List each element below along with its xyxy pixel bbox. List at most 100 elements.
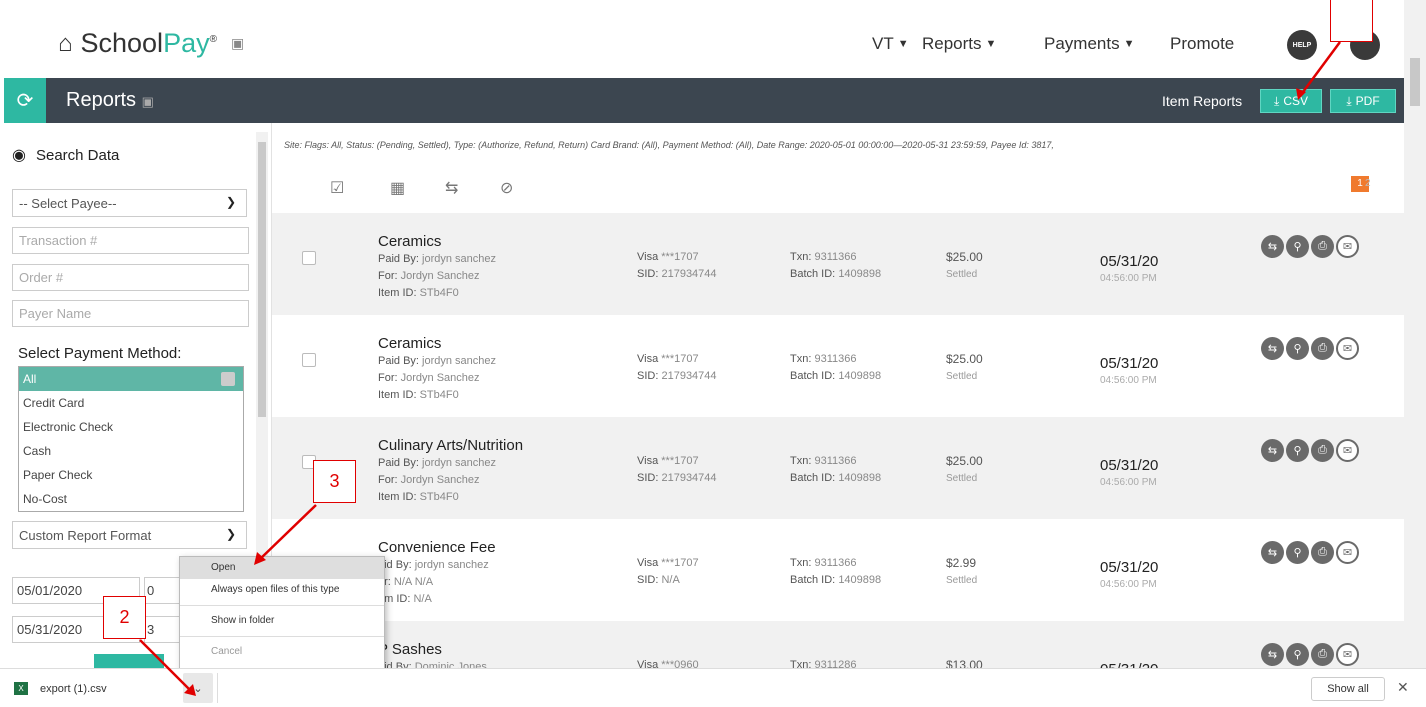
row-txn-info: Txn: 9311366 Batch ID: 1409898	[790, 249, 881, 283]
download-divider	[217, 673, 218, 703]
email-icon[interactable]: ✉	[1336, 541, 1359, 564]
show-all-button[interactable]: Show all	[1311, 677, 1385, 701]
row-time: 04:56:00 PM	[1100, 477, 1157, 488]
help-button[interactable]: HELP	[1287, 30, 1317, 60]
print-icon[interactable]: ⎙	[1311, 439, 1334, 462]
search-icon[interactable]: ⚲	[1286, 541, 1309, 564]
search-icon[interactable]: ⚲	[1286, 439, 1309, 462]
refund-icon[interactable]: ⇆	[1261, 439, 1284, 462]
download-icon: ⤓	[1274, 93, 1280, 108]
grid-view-icon[interactable]: ▦	[390, 178, 405, 198]
print-icon[interactable]: ⎙	[1311, 337, 1334, 360]
row-checkbox[interactable]	[302, 353, 316, 367]
payment-method-list[interactable]: All Credit Card Electronic Check Cash Pa…	[18, 366, 244, 512]
order-input[interactable]: Order #	[12, 264, 249, 291]
row-amount-block: $25.00 Settled	[946, 249, 983, 283]
search-data-heading: ◉ Search Data	[12, 145, 119, 165]
menu-item-cancel[interactable]: Cancel	[180, 641, 384, 663]
nav-menu-payments[interactable]: Payments ▼	[1044, 34, 1134, 54]
nav-menu-vt[interactable]: VT ▼	[872, 34, 909, 54]
payer-name-input[interactable]: Payer Name	[12, 300, 249, 327]
email-icon[interactable]: ✉	[1336, 337, 1359, 360]
payment-method-paper-check[interactable]: Paper Check	[19, 463, 243, 487]
page-2[interactable]: 2	[1365, 176, 1371, 189]
row-actions: ⇆ ⚲ ⎙ ✉	[1261, 235, 1359, 258]
schoolpay-logo[interactable]: ⌂ SchoolPay® ▣	[58, 28, 244, 59]
refresh-icon[interactable]: ⟳	[4, 78, 46, 123]
void-icon[interactable]: ⊘	[500, 178, 513, 198]
menu-item-always-open[interactable]: Always open files of this type	[180, 579, 384, 601]
table-row[interactable]: Ceramics Paid By: jordyn sanchez For: Jord…	[272, 315, 1404, 417]
paid-by-value: jordyn sanchez	[414, 559, 489, 571]
for-value: Jordyn Sanchez	[400, 270, 480, 282]
refund-icon[interactable]: ⇆	[445, 178, 458, 198]
txn-value: 9311366	[814, 353, 857, 365]
close-icon[interactable]: ✕	[1397, 679, 1409, 696]
row-txn-info: Txn: 9311366 Batch ID: 1409898	[790, 555, 881, 589]
email-icon[interactable]: ✉	[1336, 439, 1359, 462]
row-date: 05/31/20	[1100, 355, 1159, 372]
email-icon[interactable]: ✉	[1336, 643, 1359, 666]
select-all-icon[interactable]: ☑	[330, 178, 344, 198]
nav-menu-reports[interactable]: Reports ▼	[922, 34, 996, 54]
search-icon[interactable]: ⚲	[1286, 337, 1309, 360]
table-row[interactable]: P Sashes aid By: Dominic Jones Visa ***09…	[272, 621, 1404, 678]
row-status: Settled	[946, 269, 978, 280]
table-row[interactable]: Ceramics Paid By: jordyn sanchez For: Jord…	[272, 213, 1404, 315]
email-icon[interactable]: ✉	[1336, 235, 1359, 258]
chevron-down-icon: ⌄	[193, 682, 203, 695]
document-icon: ▣	[230, 35, 245, 51]
refund-icon[interactable]: ⇆	[1261, 235, 1284, 258]
row-amount-block: $25.00 Settled	[946, 351, 983, 385]
batch-label: Batch ID:	[790, 472, 836, 484]
print-icon[interactable]: ⎙	[1311, 235, 1334, 258]
payment-method-credit-card[interactable]: Credit Card	[19, 391, 243, 415]
batch-label: Batch ID:	[790, 574, 836, 586]
menu-item-show-in-folder[interactable]: Show in folder	[180, 610, 384, 632]
table-row[interactable]: Culinary Arts/Nutrition Paid By: jordyn s…	[272, 417, 1404, 519]
for-label: For:	[378, 270, 398, 282]
batch-value: 1409898	[838, 268, 882, 280]
refund-icon[interactable]: ⇆	[1261, 643, 1284, 666]
payment-method-no-cost[interactable]: No-Cost	[19, 487, 243, 511]
sid-value: 217934744	[661, 268, 717, 280]
pdf-export-button[interactable]: ⤓ PDF	[1330, 89, 1396, 113]
csv-export-button[interactable]: ⤓ CSV	[1260, 89, 1322, 113]
sidebar-scroll-thumb[interactable]	[258, 142, 266, 417]
refund-icon[interactable]: ⇆	[1261, 541, 1284, 564]
transaction-input[interactable]: Transaction #	[12, 227, 249, 254]
csv-label: CSV	[1283, 94, 1308, 108]
page-scroll-thumb[interactable]	[1410, 58, 1420, 106]
search-submit-button[interactable]	[94, 654, 164, 668]
download-file-name[interactable]: export (1).csv	[40, 683, 107, 695]
menu-item-open[interactable]: Open	[180, 557, 384, 579]
row-checkbox[interactable]	[302, 251, 316, 265]
table-row[interactable]: Convenience Feeaid By: jordyn sanchezor:…	[272, 519, 1404, 621]
search-data-title: Search Data	[35, 146, 120, 164]
print-icon[interactable]: ⎙	[1311, 643, 1334, 666]
nav-menu-label: Reports	[922, 34, 982, 53]
txn-label: Txn:	[790, 353, 812, 365]
chevron-down-icon: ▼	[985, 38, 997, 50]
report-format-select[interactable]: Custom Report Format ❯	[12, 521, 247, 549]
item-id-value: N/A	[413, 593, 432, 605]
payee-select[interactable]: -- Select Payee-- ❯	[12, 189, 247, 217]
nav-menu-promote[interactable]: Promote	[1170, 34, 1234, 54]
payment-method-all[interactable]: All	[19, 367, 243, 391]
card-brand: Visa	[637, 251, 659, 263]
excel-file-icon: X	[14, 682, 28, 695]
txn-value: 9311366	[814, 455, 857, 467]
download-options-button[interactable]: ⌄	[183, 673, 213, 703]
search-icon[interactable]: ⚲	[1286, 643, 1309, 666]
paid-by-label: Paid By:	[378, 253, 419, 265]
payment-method-cash[interactable]: Cash	[19, 439, 243, 463]
paid-by-label: Paid By:	[378, 355, 419, 367]
print-icon[interactable]: ⎙	[1311, 541, 1334, 564]
sid-value: 217934744	[661, 472, 717, 484]
page-scrollbar[interactable]	[1404, 0, 1426, 668]
row-amount-block: $2.99 Settled	[946, 555, 977, 589]
refund-icon[interactable]: ⇆	[1261, 337, 1284, 360]
payment-method-electronic-check[interactable]: Electronic Check	[19, 415, 243, 439]
download-icon: ⤓	[1346, 93, 1352, 108]
search-icon[interactable]: ⚲	[1286, 235, 1309, 258]
